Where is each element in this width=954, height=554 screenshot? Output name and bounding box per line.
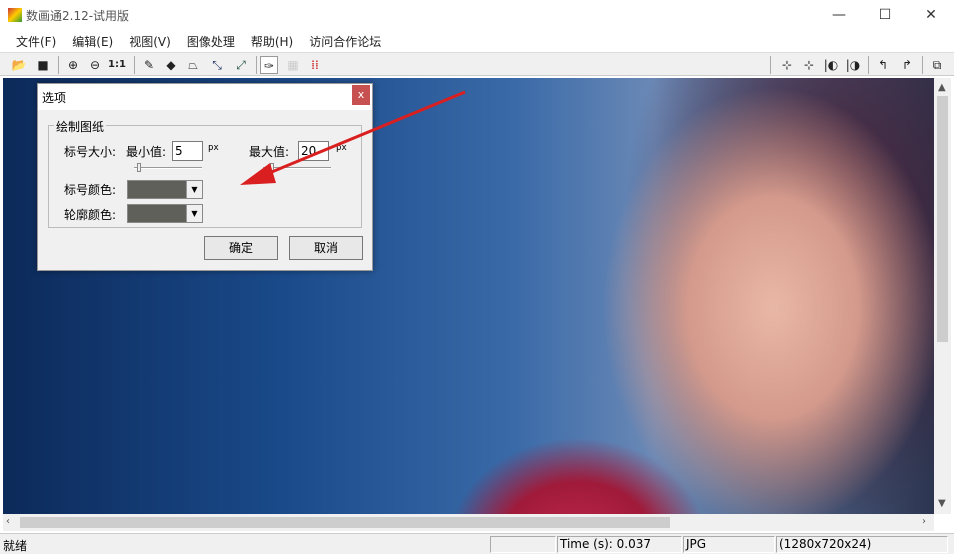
scroll-up-icon[interactable]: ▲ [938,82,946,93]
title-bar: 数画通2.12-试用版 — ☐ ✕ [0,0,954,30]
app-icon [8,8,22,22]
align-mid-icon[interactable]: ⊹ [800,56,818,74]
menu-forum[interactable]: 访问合作论坛 [301,30,389,52]
status-ready: 就绪 [3,539,28,553]
menu-bar: 文件(F) 编辑(E) 视图(V) 图像处理 帮助(H) 访问合作论坛 [0,30,954,52]
outline-color-label: 轮廓颜色: [64,208,117,222]
separator [770,56,771,74]
menu-image[interactable]: 图像处理 [179,30,243,52]
mark-color-label: 标号颜色: [64,183,117,197]
zoom-in-icon[interactable]: ⊕ [64,56,82,74]
dialog-title: 选项 [42,91,67,105]
ok-button[interactable]: 确定 [204,236,278,260]
horizontal-scroll-thumb[interactable] [20,517,670,528]
status-time: Time (s): 0.037 [557,536,682,553]
menu-view[interactable]: 视图(V) [121,30,179,52]
grid-icon[interactable]: ▦ [284,56,302,74]
pencil-icon[interactable]: ✎ [140,56,158,74]
chevron-down-icon[interactable]: ▼ [186,181,202,198]
dialog-close-button[interactable]: x [352,85,370,105]
minimize-button[interactable]: — [816,0,862,30]
min-label: 最小值: [126,145,167,159]
min-unit: px [208,143,219,153]
fullscreen-icon[interactable]: ⧉ [928,56,946,74]
actual-size-icon[interactable]: 1:1 [108,56,126,74]
dialog-title-bar: 选项 x [38,84,372,110]
undo-icon[interactable]: ↰ [874,56,892,74]
status-format: JPG [683,536,775,553]
open-icon[interactable]: 📂 [10,56,28,74]
vertical-scroll-thumb[interactable] [937,96,948,342]
outline-color-select[interactable]: ▼ [127,204,203,223]
cancel-button[interactable]: 取消 [289,236,363,260]
menu-file[interactable]: 文件(F) [8,30,64,52]
min-size-slider[interactable] [134,167,202,169]
menu-edit[interactable]: 编辑(E) [64,30,121,52]
max-size-input[interactable]: 20 [298,141,329,161]
scroll-right-icon[interactable]: › [922,516,926,527]
status-dimensions: (1280x720x24) [776,536,948,553]
separator [922,56,923,74]
mark-color-select[interactable]: ▼ [127,180,203,199]
window-title: 数画通2.12-试用版 [26,9,130,23]
min-slider-thumb[interactable] [137,163,141,172]
separator [256,56,257,74]
chevron-down-icon[interactable]: ▼ [186,205,202,222]
separator [134,56,135,74]
maximize-button[interactable]: ☐ [862,0,908,30]
eyedropper-icon[interactable]: ⤢ [232,56,250,74]
color-picker-icon[interactable]: ⤡ [208,56,226,74]
group-label: 绘制图纸 [54,118,107,135]
max-slider-thumb[interactable] [270,163,274,172]
close-button[interactable]: ✕ [908,0,954,30]
separator [868,56,869,74]
size-label: 标号大小: [64,145,117,159]
brush-icon[interactable]: ✑ [260,56,278,74]
scroll-left-icon[interactable]: ‹ [6,516,10,527]
eraser-icon[interactable]: ⏢ [184,56,202,74]
min-size-input[interactable]: 5 [172,141,203,161]
separator [58,56,59,74]
points-icon[interactable]: ⁞⁞ [306,56,324,74]
zoom-out-icon[interactable]: ⊖ [86,56,104,74]
toolbar: 📂 ■ ⊕ ⊖ 1:1 ✎ ◆ ⏢ ⤡ ⤢ ✑ ▦ ⁞⁞ ⊹ ⊹ |◐ |◑ ↰… [0,52,954,76]
redo-icon[interactable]: ↱ [898,56,916,74]
scroll-down-icon[interactable]: ▼ [938,498,946,509]
align-center-icon[interactable]: ⊹ [778,56,796,74]
fill-icon[interactable]: ◆ [162,56,180,74]
options-dialog: 选项 x 绘制图纸 标号大小: 最小值: 5 px 最大值: 20 px 标号颜… [37,83,373,271]
menu-help[interactable]: 帮助(H) [243,30,301,52]
align-right-icon[interactable]: |◑ [844,56,862,74]
align-left-icon[interactable]: |◐ [822,56,840,74]
status-bar: 就绪 Time (s): 0.037 JPG (1280x720x24) [0,533,954,554]
status-pane-empty [490,536,556,553]
max-unit: px [336,143,347,153]
save-icon[interactable]: ■ [34,56,52,74]
max-label: 最大值: [249,145,290,159]
